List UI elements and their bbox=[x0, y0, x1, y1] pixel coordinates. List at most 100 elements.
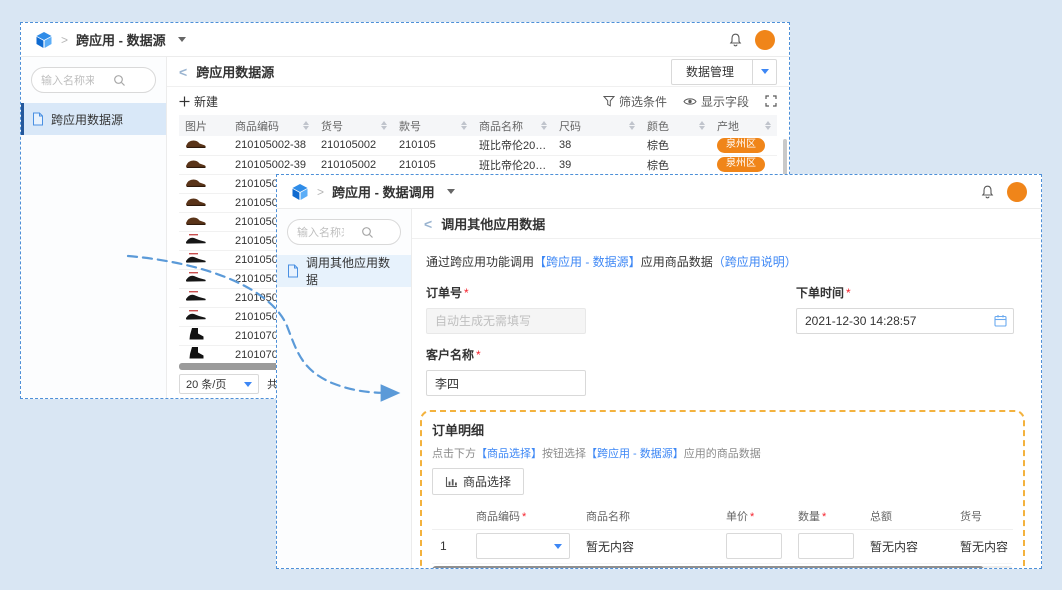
source-search-input[interactable]: 输入名称来搜索 bbox=[31, 67, 156, 93]
sort-icon[interactable] bbox=[541, 121, 547, 130]
call-sidebar: 输入名称来搜索 调用其他应用数据 bbox=[277, 209, 412, 568]
item-no: 210105002 bbox=[315, 155, 393, 174]
column-header[interactable]: 产地 bbox=[711, 115, 777, 136]
link-product-select[interactable]: 【商品选择】 bbox=[476, 448, 542, 460]
product-photo-shoe bbox=[185, 195, 207, 208]
breadcrumb-separator: > bbox=[61, 33, 68, 47]
product-image bbox=[179, 155, 229, 174]
filter-button[interactable]: 筛选条件 bbox=[603, 93, 667, 110]
sort-icon[interactable] bbox=[381, 121, 387, 130]
table-row[interactable]: 210105002-39210105002210105班比帝伦2020夏季真皮.… bbox=[179, 155, 777, 174]
order-time-label: 下单时间* bbox=[796, 284, 1025, 301]
origin-badge: 泉州区 bbox=[717, 157, 765, 172]
detail-horizontal-scrollbar[interactable] bbox=[432, 566, 1013, 569]
search-icon bbox=[94, 74, 147, 87]
funnel-icon bbox=[603, 95, 615, 107]
call-pagehead: < 调用其他应用数据 bbox=[412, 209, 1041, 239]
unit-price-field[interactable] bbox=[726, 533, 782, 559]
color: 棕色 bbox=[641, 136, 711, 155]
data-manage-dropdown[interactable] bbox=[753, 59, 777, 85]
source-table-header[interactable]: 图片商品编码货号款号商品名称尺码颜色产地 bbox=[179, 115, 777, 136]
sort-icon[interactable] bbox=[699, 121, 705, 130]
sort-icon[interactable] bbox=[303, 121, 309, 130]
product-image bbox=[179, 326, 229, 345]
chevron-down-icon[interactable] bbox=[447, 189, 455, 194]
product-code-select[interactable] bbox=[476, 533, 570, 559]
sidebar-item-call-data[interactable]: 调用其他应用数据 bbox=[277, 255, 411, 287]
column-header[interactable]: 款号 bbox=[393, 115, 473, 136]
column-header[interactable]: 商品名称 bbox=[473, 115, 553, 136]
sidebar-item-data-source[interactable]: 跨应用数据源 bbox=[21, 103, 166, 135]
new-button[interactable]: 新建 bbox=[179, 93, 218, 110]
product-photo-sneaker bbox=[185, 309, 207, 322]
column-header[interactable]: 尺码 bbox=[553, 115, 641, 136]
bell-icon[interactable] bbox=[980, 184, 995, 200]
chevron-down-icon[interactable] bbox=[178, 37, 186, 42]
source-app-title[interactable]: 跨应用 - 数据源 bbox=[76, 30, 166, 49]
user-avatar[interactable] bbox=[1007, 182, 1027, 202]
source-toolbar: 新建 筛选条件 显示字段 bbox=[167, 87, 789, 115]
back-chevron-icon[interactable]: < bbox=[424, 216, 432, 232]
size: 38 bbox=[553, 136, 641, 155]
user-avatar[interactable] bbox=[755, 30, 775, 50]
fullscreen-button[interactable] bbox=[765, 95, 777, 107]
order-no-label: 订单号* bbox=[426, 284, 796, 301]
product-image bbox=[179, 193, 229, 212]
order-detail-hint: 点击下方【商品选择】按钮选择【跨应用 - 数据源】应用的商品数据 bbox=[432, 445, 1013, 461]
row-index: 1 bbox=[432, 529, 468, 563]
detail-table-header: 商品编码* 商品名称 单价* 数量* 总额 货号 商品图片 bbox=[432, 503, 1013, 529]
quantity-field[interactable] bbox=[798, 533, 854, 559]
sort-icon[interactable] bbox=[461, 121, 467, 130]
data-manage-button[interactable]: 数据管理 bbox=[671, 59, 777, 85]
order-no-field[interactable] bbox=[426, 308, 586, 334]
document-icon bbox=[287, 264, 299, 278]
source-pagehead: < 跨应用数据源 数据管理 bbox=[167, 57, 789, 87]
sort-icon[interactable] bbox=[765, 121, 771, 130]
product-photo-sneaker bbox=[185, 290, 207, 303]
product-name: 班比帝伦2020夏季真皮.. bbox=[473, 136, 553, 155]
customer-label: 客户名称* bbox=[426, 346, 1025, 363]
call-form: 通过跨应用功能调用【跨应用 - 数据源】应用商品数据（跨应用说明） 订单号* 下… bbox=[412, 239, 1041, 568]
call-search-input[interactable]: 输入名称来搜索 bbox=[287, 219, 401, 245]
eye-icon bbox=[683, 96, 697, 107]
bell-icon[interactable] bbox=[728, 32, 743, 48]
product-image bbox=[179, 307, 229, 326]
product-image bbox=[179, 212, 229, 231]
column-header[interactable]: 商品编码 bbox=[229, 115, 315, 136]
call-app-title[interactable]: 跨应用 - 数据调用 bbox=[332, 182, 435, 201]
column-header[interactable]: 颜色 bbox=[641, 115, 711, 136]
product-photo-sneaker bbox=[185, 233, 207, 246]
product-photo-boot bbox=[185, 327, 207, 341]
product-code: 210105002-39 bbox=[229, 155, 315, 174]
show-fields-button[interactable]: 显示字段 bbox=[683, 93, 749, 110]
order-detail-table: 商品编码* 商品名称 单价* 数量* 总额 货号 商品图片 bbox=[432, 503, 1013, 564]
origin-badge: 泉州区 bbox=[717, 138, 765, 153]
calendar-icon[interactable] bbox=[994, 314, 1007, 327]
table-row[interactable]: 210105002-38210105002210105班比帝伦2020夏季真皮.… bbox=[179, 136, 777, 155]
product-select-button[interactable]: 商品选择 bbox=[432, 468, 524, 495]
link-data-source-app[interactable]: 【跨应用 - 数据源】 bbox=[586, 448, 684, 460]
page-size-select[interactable]: 20 条/页 bbox=[179, 374, 259, 394]
sort-icon[interactable] bbox=[629, 121, 635, 130]
fullscreen-icon bbox=[765, 95, 777, 107]
sidebar-item-label: 跨应用数据源 bbox=[51, 111, 123, 128]
window-data-call: > 跨应用 - 数据调用 输入名称来搜索 bbox=[276, 174, 1042, 569]
product-code: 210105002-38 bbox=[229, 136, 315, 155]
color: 棕色 bbox=[641, 155, 711, 174]
order-detail-title: 订单明细 bbox=[432, 420, 1013, 439]
product-photo-shoe bbox=[185, 214, 207, 227]
product-image bbox=[179, 231, 229, 250]
column-header[interactable]: 货号 bbox=[315, 115, 393, 136]
plus-icon bbox=[179, 96, 190, 107]
source-titlebar: > 跨应用 - 数据源 bbox=[21, 23, 789, 57]
order-time-field[interactable] bbox=[796, 308, 1014, 334]
link-data-source-app[interactable]: 【跨应用 - 数据源】 bbox=[534, 255, 641, 269]
link-cross-app-help[interactable]: （跨应用说明） bbox=[713, 255, 797, 269]
app-cube-logo bbox=[291, 183, 309, 201]
back-chevron-icon[interactable]: < bbox=[179, 64, 187, 80]
order-detail-highlight-box: 订单明细 点击下方【商品选择】按钮选择【跨应用 - 数据源】应用的商品数据 商品… bbox=[420, 410, 1025, 568]
tutorial-canvas: > 跨应用 - 数据源 输入名称来搜索 bbox=[0, 0, 1062, 590]
origin: 泉州区 bbox=[711, 155, 777, 174]
customer-field[interactable] bbox=[426, 370, 586, 396]
product-image bbox=[179, 269, 229, 288]
